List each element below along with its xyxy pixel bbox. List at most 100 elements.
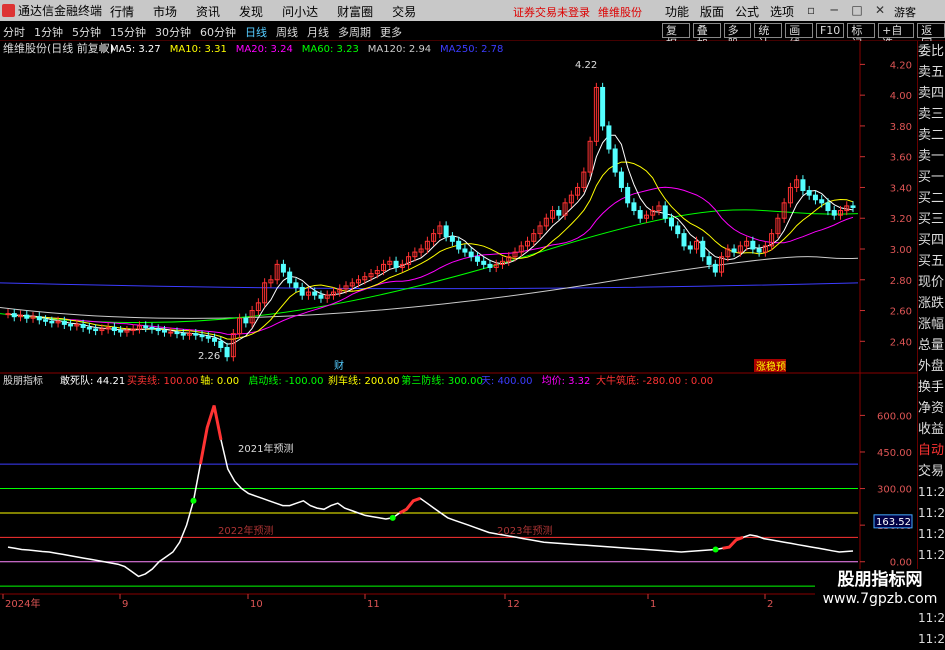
- indicator-legend: 大牛筑底: -280.00 : 0.00: [596, 374, 713, 387]
- candle-body: [606, 125, 612, 150]
- tool-button[interactable]: 多股: [723, 23, 752, 50]
- tab-period[interactable]: 月线: [307, 24, 329, 40]
- tab-period[interactable]: 周线: [276, 24, 298, 40]
- time-label: 9: [122, 599, 128, 609]
- candle-body: [831, 210, 837, 216]
- tab-period[interactable]: 多周期: [338, 24, 371, 40]
- window-shrink-icon[interactable]: ▫: [805, 3, 817, 20]
- ma-legend: MA20: 3.24: [236, 44, 293, 55]
- quote-field-label: 涨跌: [918, 296, 945, 311]
- tab-period[interactable]: 分时: [3, 24, 25, 40]
- candle-body: [93, 328, 99, 332]
- candle-body: [474, 256, 480, 262]
- indicator-legend: 买卖线: 100.00: [127, 374, 199, 387]
- tab-period[interactable]: 30分钟: [155, 24, 191, 40]
- tool-button[interactable]: +自选: [878, 23, 915, 50]
- indicator-legend: 刹车线: 200.00: [328, 374, 400, 387]
- indicator-tick-label: 300.00: [877, 485, 912, 496]
- app-brand: 通达信金融终端: [2, 2, 102, 19]
- maximize-icon[interactable]: □: [851, 3, 863, 20]
- candle-body: [612, 148, 618, 173]
- indicator-legend: 天: 400.00: [481, 376, 533, 387]
- menu-layout[interactable]: 版面: [700, 3, 724, 20]
- time-label: 11: [367, 599, 380, 609]
- candle-body: [11, 313, 17, 318]
- stock-name[interactable]: 维维股份: [598, 4, 642, 20]
- trade-status[interactable]: 证券交易未登录: [513, 4, 590, 20]
- quote-field-label: 净资: [918, 401, 945, 416]
- candle-body: [80, 323, 86, 328]
- candle-body: [24, 314, 30, 319]
- candle-body: [287, 271, 293, 284]
- menu-item[interactable]: 发现: [239, 3, 263, 20]
- tab-period[interactable]: 更多: [380, 24, 402, 40]
- price-tick-label: 2.40: [890, 337, 912, 348]
- tick-time: 11:29: [918, 632, 945, 646]
- candle-body: [111, 326, 117, 332]
- candle-body: [36, 316, 42, 321]
- stock-title: 维维股份(日线 前复权): [3, 41, 114, 55]
- side-tab[interactable]: 自动: [918, 440, 945, 461]
- side-tab[interactable]: 交易: [918, 461, 945, 482]
- tab-period[interactable]: 1分钟: [34, 24, 63, 40]
- menu-item[interactable]: 市场: [153, 3, 177, 20]
- candle-body: [700, 240, 706, 258]
- kline-chart[interactable]: 维维股份(日线 前复权)MA5: 3.27 MA10: 3.31 MA20: 3.2…: [0, 41, 917, 609]
- candle-body: [224, 346, 230, 358]
- tab-period[interactable]: 日线: [245, 24, 267, 40]
- tab-period[interactable]: 15分钟: [110, 24, 146, 40]
- candle-body: [468, 251, 474, 258]
- tool-button[interactable]: 返回: [917, 23, 945, 50]
- menu-options[interactable]: 选项: [770, 3, 794, 20]
- candle-body: [218, 340, 224, 348]
- tab-period[interactable]: 5分钟: [72, 24, 101, 40]
- candle-body: [149, 326, 155, 330]
- price-tick-label: 2.60: [890, 307, 912, 318]
- menu-item[interactable]: 问小达: [282, 3, 318, 20]
- tool-button[interactable]: F10: [815, 23, 845, 38]
- candle-body: [756, 248, 762, 253]
- menu-item[interactable]: 资讯: [196, 3, 220, 20]
- indicator-legend: 轴: 0.00: [200, 374, 239, 387]
- ma-legend: MA10: 3.31: [170, 44, 227, 55]
- menu-item[interactable]: 交易: [392, 3, 416, 20]
- candle-body: [625, 186, 631, 204]
- indicator-tick-label: 0.00: [890, 558, 912, 569]
- menu-item[interactable]: 行情: [110, 3, 134, 20]
- candle-body: [443, 225, 449, 238]
- login-notice[interactable]: 证券交易未登录 维维股份: [513, 4, 642, 20]
- quote-side-panel: 委比 卖五 卖四 卖三 卖二 卖一 买一 买二 买三 买四 买五 现价 涨跌 涨幅 总量 外盘 换手 净资 收益 自动…: [917, 41, 945, 646]
- menu-formula[interactable]: 公式: [735, 3, 759, 20]
- candle-body: [637, 210, 643, 219]
- quote-field-label: 涨幅: [918, 317, 945, 332]
- candle-body: [487, 263, 493, 268]
- tool-button[interactable]: 叠加: [692, 23, 721, 50]
- tab-period[interactable]: 60分钟: [200, 24, 236, 40]
- guest-user[interactable]: 游客: [894, 4, 916, 20]
- candle-body: [393, 260, 399, 268]
- tool-button[interactable]: 复权: [662, 23, 690, 50]
- candle-body: [449, 236, 455, 242]
- period-tabs: 分时 1分钟 5分钟 15分钟 30分钟 60分钟 日线 周线 月线 多周期 更多: [3, 24, 402, 40]
- minimize-icon[interactable]: ─: [828, 3, 840, 20]
- price-tick-label: 3.60: [890, 153, 912, 164]
- settings-icon: [99, 44, 107, 52]
- indicator-legend: 均价: 3.32: [542, 375, 591, 387]
- indicator-legend: 启动线: -100.00: [248, 374, 323, 387]
- menu-item[interactable]: 财富圈: [337, 3, 373, 20]
- tick-time: 11:29: [918, 506, 945, 520]
- app-name: 通达信金融终端: [18, 4, 103, 18]
- menu-function[interactable]: 功能: [665, 3, 689, 20]
- close-icon[interactable]: ✕: [874, 3, 886, 20]
- price-tick-label: 2.80: [890, 276, 912, 287]
- tool-button[interactable]: 画线: [785, 23, 813, 50]
- ma-legend: MA250: 2.78: [440, 44, 503, 55]
- tool-button[interactable]: 统计: [754, 23, 783, 50]
- candle-body: [825, 202, 831, 212]
- candle-body: [174, 331, 180, 335]
- candle-body: [205, 336, 211, 339]
- price-tick-label: 4.20: [890, 60, 912, 71]
- tool-button[interactable]: 标记: [847, 23, 876, 50]
- quote-field-label: 买五: [918, 254, 945, 269]
- candle-body: [243, 317, 249, 324]
